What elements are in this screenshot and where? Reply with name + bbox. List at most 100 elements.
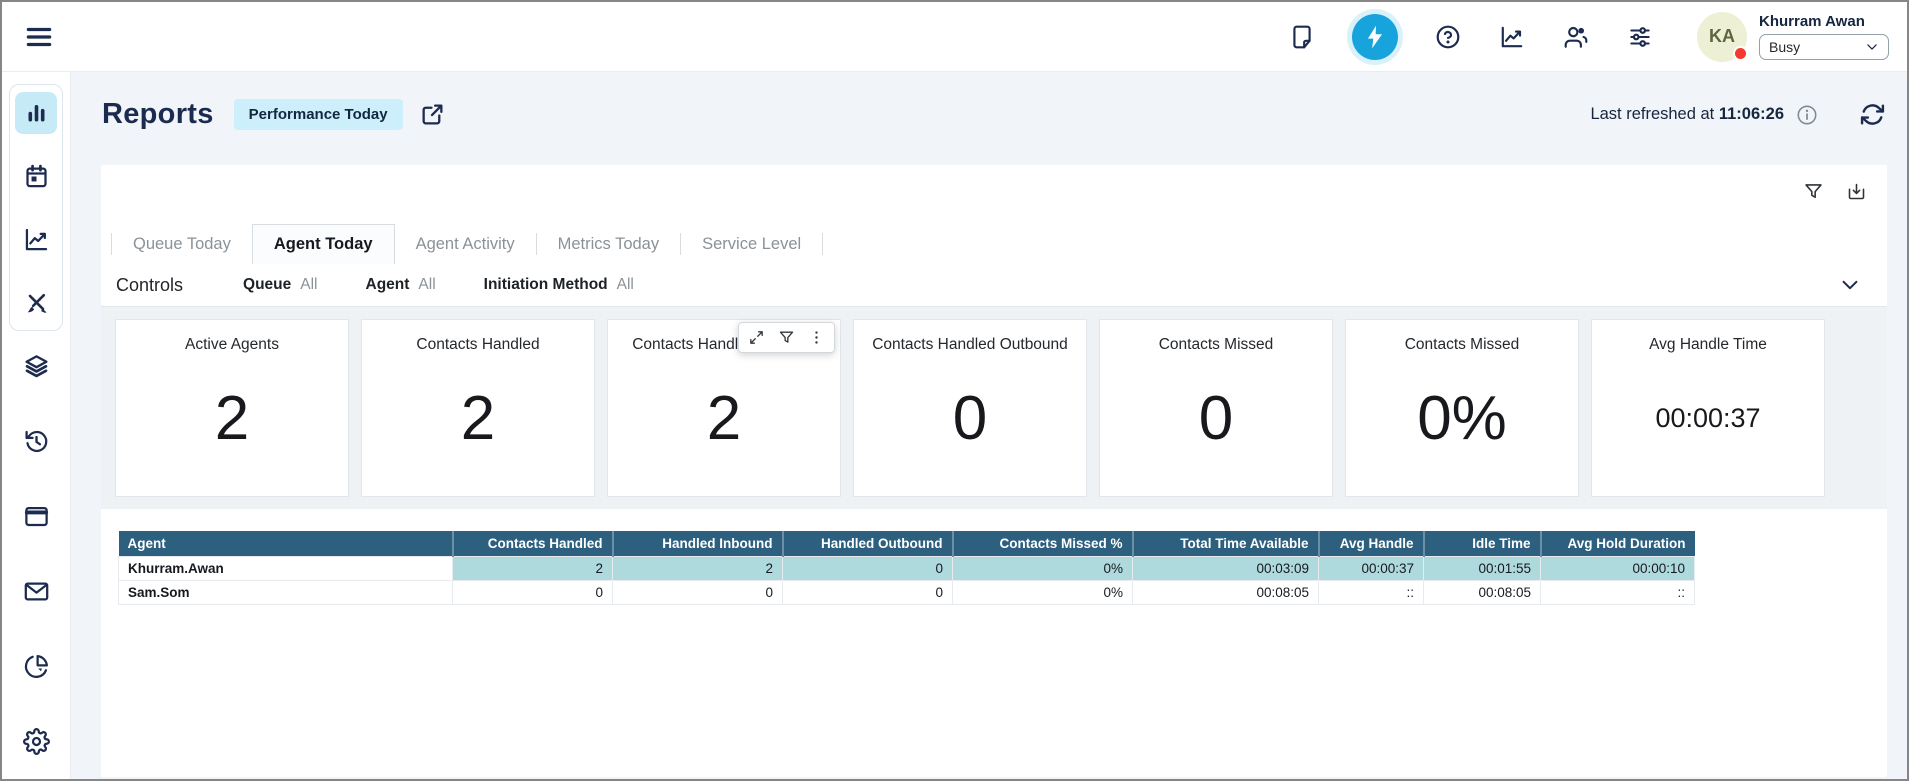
top-bar: KA Khurram Awan Busy: [2, 2, 1907, 72]
help-icon[interactable]: [1435, 24, 1461, 50]
sidebar-item-pie[interactable]: [15, 645, 57, 687]
controls-row: Controls Queue All Agent All Initiation …: [101, 264, 1887, 307]
user-block: KA Khurram Awan Busy: [1697, 12, 1889, 62]
table-row[interactable]: Khurram.Awan 2 2 0 0% 00:03:09 00:00:37 …: [119, 557, 1695, 581]
preferences-icon[interactable]: [1627, 24, 1653, 50]
expand-icon[interactable]: [748, 329, 765, 346]
sidebar-item-layers[interactable]: [15, 345, 57, 387]
col-contacts-missed-pct[interactable]: Contacts Missed %: [953, 531, 1133, 557]
sidebar-item-design[interactable]: [15, 281, 57, 323]
sidebar-item-settings[interactable]: [15, 720, 57, 762]
card-tools: [1803, 181, 1867, 202]
kpi-section: Active Agents 2 Contacts Handled 2 Conta…: [101, 307, 1887, 509]
sidebar-item-mail[interactable]: [15, 570, 57, 612]
info-icon[interactable]: [1796, 104, 1818, 126]
sidebar-nav-group: [9, 84, 63, 331]
bar-chart-icon: [23, 100, 50, 127]
tab-agent-today[interactable]: Agent Today: [252, 224, 395, 264]
status-dot: [1733, 46, 1748, 61]
kpi-avg-handle-time: Avg Handle Time 00:00:37: [1591, 319, 1825, 497]
calendar-icon: [23, 163, 50, 190]
mail-icon: [23, 578, 50, 605]
col-total-time-available[interactable]: Total Time Available: [1133, 531, 1319, 557]
col-handled-outbound[interactable]: Handled Outbound: [783, 531, 953, 557]
user-name: Khurram Awan: [1759, 13, 1889, 30]
agent-name-cell: Khurram.Awan: [119, 557, 453, 581]
cell: ::: [1319, 581, 1424, 605]
cell: 00:08:05: [1424, 581, 1541, 605]
kpi-value: 2: [707, 354, 741, 496]
cell: 00:00:37: [1319, 557, 1424, 581]
filter-icon[interactable]: [778, 329, 795, 346]
open-in-new-icon[interactable]: [420, 102, 445, 127]
window-icon: [23, 503, 50, 530]
kpi-active-agents: Active Agents 2: [115, 319, 349, 497]
col-avg-hold-duration[interactable]: Avg Hold Duration: [1541, 531, 1695, 557]
layers-icon: [23, 353, 50, 380]
status-value: Busy: [1769, 39, 1800, 55]
realtime-bolt-button[interactable]: [1347, 9, 1403, 65]
tab-metrics-today[interactable]: Metrics Today: [537, 224, 680, 264]
tab-queue-today[interactable]: Queue Today: [112, 224, 252, 264]
filter-queue[interactable]: Queue All: [243, 276, 317, 294]
download-icon[interactable]: [1846, 181, 1867, 202]
page-title: Reports: [102, 98, 214, 131]
metrics-icon[interactable]: [1499, 24, 1525, 50]
sidebar-item-window[interactable]: [15, 495, 57, 537]
last-refreshed-label: Last refreshed at: [1590, 105, 1714, 123]
filter-initiation-method[interactable]: Initiation Method All: [484, 276, 634, 294]
cell: 0%: [953, 581, 1133, 605]
tab-divider: [822, 233, 823, 255]
col-contacts-handled[interactable]: Contacts Handled: [453, 531, 613, 557]
col-handled-inbound[interactable]: Handled Inbound: [613, 531, 783, 557]
tab-agent-activity[interactable]: Agent Activity: [395, 224, 536, 264]
kpi-value: 00:00:37: [1655, 354, 1760, 496]
cell: 00:08:05: [1133, 581, 1319, 605]
kpi-hover-toolbar: [738, 322, 835, 353]
cell: 00:01:55: [1424, 557, 1541, 581]
sidebar-item-reports[interactable]: [15, 92, 57, 134]
sidebar-item-history[interactable]: [15, 420, 57, 462]
user-info: Khurram Awan Busy: [1759, 13, 1889, 60]
notes-icon[interactable]: [1289, 24, 1315, 50]
table-header-row: Agent Contacts Handled Handled Inbound H…: [119, 531, 1695, 557]
kpi-contacts-handled: Contacts Handled 2: [361, 319, 595, 497]
page-header: Reports Performance Today Last refreshed…: [71, 72, 1907, 131]
col-idle-time[interactable]: Idle Time: [1424, 531, 1541, 557]
kpi-title: Active Agents: [185, 336, 279, 354]
agent-table-wrap: Agent Contacts Handled Handled Inbound H…: [101, 509, 1887, 605]
last-refreshed-text: Last refreshed at 11:06:26: [1590, 105, 1784, 124]
sidebar-nav-plain: [15, 345, 57, 762]
table-row[interactable]: Sam.Som 0 0 0 0% 00:08:05 :: 00:08:05 ::: [119, 581, 1695, 605]
cell: 00:03:09: [1133, 557, 1319, 581]
cell: 2: [613, 557, 783, 581]
filter-agent-label: Agent: [366, 276, 410, 294]
col-agent[interactable]: Agent: [119, 531, 453, 557]
report-badge: Performance Today: [234, 99, 403, 130]
avatar[interactable]: KA: [1697, 12, 1747, 62]
cell: 00:00:10: [1541, 557, 1695, 581]
sidebar-item-schedule[interactable]: [15, 155, 57, 197]
sidebar-item-analytics[interactable]: [15, 218, 57, 260]
last-refreshed-time: 11:06:26: [1719, 105, 1784, 123]
filter-agent[interactable]: Agent All: [366, 276, 436, 294]
report-tabs: Queue Today Agent Today Agent Activity M…: [101, 165, 1887, 264]
contacts-icon[interactable]: [1563, 24, 1589, 50]
kpi-contacts-missed: Contacts Missed 0: [1099, 319, 1333, 497]
status-select[interactable]: Busy: [1759, 34, 1889, 60]
filter-icon[interactable]: [1803, 181, 1824, 202]
kpi-title: Contacts Handled: [416, 336, 539, 354]
controls-title: Controls: [116, 275, 183, 296]
col-avg-handle[interactable]: Avg Handle: [1319, 531, 1424, 557]
kpi-contacts-handled-inbound: Contacts Handled Inbound 2: [607, 319, 841, 497]
kpi-value: 2: [461, 354, 495, 496]
refresh-icon[interactable]: [1860, 102, 1885, 127]
agent-name-cell: Sam.Som: [119, 581, 453, 605]
history-icon: [23, 428, 50, 455]
tab-service-level[interactable]: Service Level: [681, 224, 822, 264]
kebab-menu-icon[interactable]: [808, 329, 825, 346]
menu-icon[interactable]: [24, 22, 54, 52]
cell: 0: [783, 557, 953, 581]
report-card: Queue Today Agent Today Agent Activity M…: [101, 165, 1887, 777]
collapse-chevron-icon[interactable]: [1839, 274, 1861, 296]
